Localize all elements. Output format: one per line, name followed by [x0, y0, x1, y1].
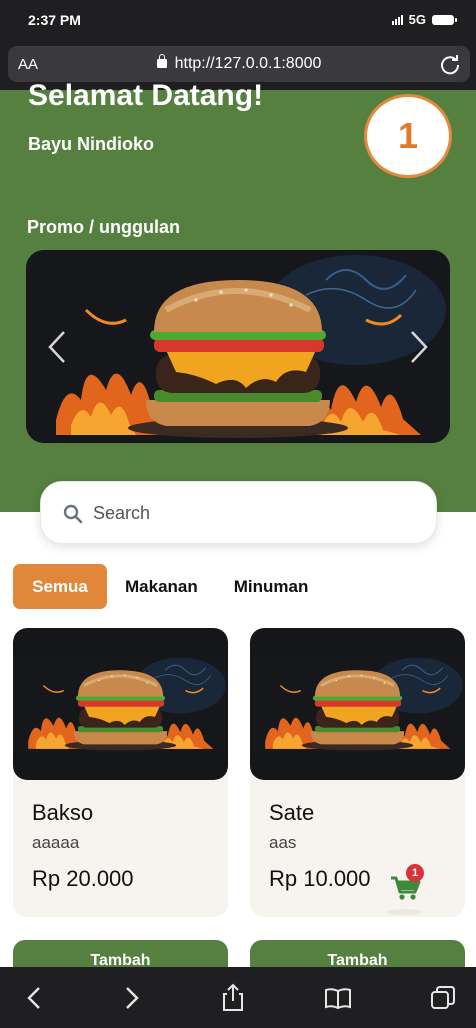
product-description: aas: [269, 833, 297, 852]
tab-minuman[interactable]: Minuman: [234, 564, 309, 609]
product-price: Rp 10.000: [269, 866, 371, 891]
forward-icon[interactable]: [116, 983, 146, 1013]
promo-carousel[interactable]: [26, 250, 450, 443]
product-name: Sate: [269, 800, 315, 825]
bookmarks-icon[interactable]: [323, 983, 353, 1013]
battery-icon: [432, 14, 457, 25]
cart-count-circle[interactable]: 1: [364, 94, 452, 178]
chevron-left-icon[interactable]: [46, 330, 68, 364]
cart-badge: 1: [406, 864, 424, 882]
back-icon[interactable]: [20, 983, 50, 1013]
share-icon[interactable]: [218, 983, 248, 1013]
product-price: Rp 20.000: [32, 866, 134, 891]
url-text: http://127.0.0.1:8000: [174, 55, 322, 72]
category-tabs: Semua Makanan Minuman: [13, 564, 308, 609]
promo-banner-image: [26, 250, 450, 443]
search-box[interactable]: [40, 481, 437, 544]
status-indicators: 5G: [391, 12, 457, 27]
tab-makanan[interactable]: Makanan: [125, 564, 198, 609]
tabs-icon[interactable]: [428, 983, 458, 1013]
product-image: [13, 628, 228, 780]
welcome-header: Selamat Datang! Bayu Nindioko 1 Promo / …: [0, 79, 476, 512]
browser-toolbar: [0, 967, 476, 1028]
phone-screen: 2:37 PM 5G AA http://127.0.0.1:8000 Sela…: [0, 0, 476, 1028]
status-time: 2:37 PM: [28, 12, 81, 28]
network-type: 5G: [408, 12, 426, 27]
search-icon: [63, 504, 83, 524]
url-display[interactable]: http://127.0.0.1:8000: [8, 54, 470, 73]
reload-icon[interactable]: [438, 52, 462, 76]
product-card[interactable]: Bakso aaaaa Rp 20.000: [13, 628, 228, 917]
product-description: aaaaa: [32, 833, 80, 852]
user-name: Bayu Nindioko: [28, 134, 155, 154]
signal-icon: [391, 14, 403, 25]
tab-semua[interactable]: Semua: [13, 564, 107, 609]
promo-section-title: Promo / unggulan: [27, 217, 180, 237]
search-input[interactable]: [93, 498, 413, 528]
greeting-title: Selamat Datang!: [28, 79, 264, 112]
product-image: [250, 628, 465, 780]
chevron-right-icon[interactable]: [408, 330, 430, 364]
status-bar: 2:37 PM 5G: [0, 0, 476, 42]
address-bar[interactable]: AA http://127.0.0.1:8000: [8, 46, 470, 82]
product-card[interactable]: Sate aas Rp 10.000: [250, 628, 465, 917]
product-name: Bakso: [32, 800, 94, 825]
lock-icon: [156, 54, 167, 68]
